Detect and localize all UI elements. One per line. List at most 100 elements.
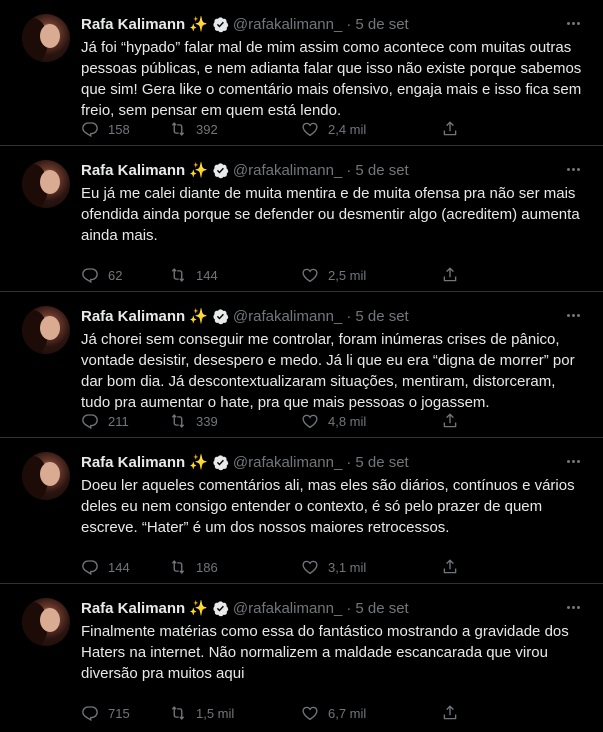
tweet-header: Rafa Kalimann ✨ @rafakalimann_ · 5 de se… <box>81 160 587 180</box>
author-handle[interactable]: @rafakalimann_ <box>233 162 342 179</box>
heart-icon <box>302 268 318 283</box>
verified-badge-icon <box>212 308 229 325</box>
author-handle[interactable]: @rafakalimann_ <box>233 308 342 325</box>
retweet-icon <box>171 414 185 428</box>
tweet[interactable]: Rafa Kalimann ✨ @rafakalimann_ · 5 de se… <box>0 292 603 438</box>
more-icon[interactable] <box>561 160 585 178</box>
avatar[interactable] <box>22 160 70 208</box>
reply-button[interactable]: 715 <box>81 704 169 722</box>
verified-badge-icon <box>212 454 229 471</box>
share-icon <box>443 121 457 136</box>
separator: · <box>346 307 352 325</box>
author-name[interactable]: Rafa Kalimann <box>81 308 185 325</box>
retweet-icon <box>171 268 185 282</box>
like-button[interactable]: 3,1 mil <box>301 558 441 576</box>
retweet-button[interactable]: 339 <box>169 412 301 430</box>
separator: · <box>346 15 352 33</box>
retweet-count: 144 <box>196 267 218 283</box>
reply-button[interactable]: 211 <box>81 412 169 430</box>
share-button[interactable] <box>441 412 461 430</box>
like-button[interactable]: 2,5 mil <box>301 266 441 284</box>
tweet-text: Finalmente matérias como essa do fantást… <box>81 623 569 682</box>
sparkles-emoji: ✨ <box>189 308 208 325</box>
retweet-count: 339 <box>196 413 218 429</box>
share-icon <box>443 559 457 574</box>
more-icon[interactable] <box>561 306 585 324</box>
tweet-actions: 144 186 3,1 mil <box>81 557 511 577</box>
like-count: 2,5 mil <box>328 267 367 283</box>
tweet[interactable]: Rafa Kalimann ✨ @rafakalimann_ · 5 de se… <box>0 146 603 292</box>
separator: · <box>346 599 352 617</box>
heart-icon <box>302 706 318 721</box>
heart-icon <box>302 560 318 575</box>
author-name[interactable]: Rafa Kalimann <box>81 162 185 179</box>
sparkles-emoji: ✨ <box>189 162 208 179</box>
tweet-actions: 158 392 2,4 mil <box>81 119 511 139</box>
retweet-button[interactable]: 1,5 mil <box>169 704 301 722</box>
tweet[interactable]: Rafa Kalimann ✨ @rafakalimann_ · 5 de se… <box>0 584 603 730</box>
share-button[interactable] <box>441 558 461 576</box>
like-count: 2,4 mil <box>328 121 367 137</box>
retweet-button[interactable]: 186 <box>169 558 301 576</box>
like-count: 3,1 mil <box>328 559 367 575</box>
author-name[interactable]: Rafa Kalimann <box>81 454 185 471</box>
like-button[interactable]: 4,8 mil <box>301 412 441 430</box>
like-count: 4,8 mil <box>328 413 367 429</box>
like-button[interactable]: 6,7 mil <box>301 704 441 722</box>
avatar[interactable] <box>22 306 70 354</box>
tweet-actions: 62 144 2,5 mil <box>81 265 511 285</box>
tweet-header: Rafa Kalimann ✨ @rafakalimann_ · 5 de se… <box>81 598 587 618</box>
avatar[interactable] <box>22 14 70 62</box>
retweet-button[interactable]: 392 <box>169 120 301 138</box>
retweet-count: 392 <box>196 121 218 137</box>
reply-button[interactable]: 158 <box>81 120 169 138</box>
reply-count: 62 <box>108 267 123 283</box>
tweet-header: Rafa Kalimann ✨ @rafakalimann_ · 5 de se… <box>81 14 587 34</box>
retweet-count: 1,5 mil <box>196 705 235 721</box>
more-icon[interactable] <box>561 14 585 32</box>
tweet-timestamp[interactable]: 5 de set <box>355 16 408 33</box>
heart-icon <box>302 414 318 429</box>
verified-badge-icon <box>212 16 229 33</box>
tweet-header: Rafa Kalimann ✨ @rafakalimann_ · 5 de se… <box>81 452 587 472</box>
tweet[interactable]: Rafa Kalimann ✨ @rafakalimann_ · 5 de se… <box>0 0 603 146</box>
author-name[interactable]: Rafa Kalimann <box>81 16 185 33</box>
share-button[interactable] <box>441 704 461 722</box>
tweet-timestamp[interactable]: 5 de set <box>355 600 408 617</box>
author-name[interactable]: Rafa Kalimann <box>81 600 185 617</box>
reply-icon <box>82 268 98 284</box>
tweet-timestamp[interactable]: 5 de set <box>355 308 408 325</box>
reply-count: 211 <box>108 413 129 429</box>
like-button[interactable]: 2,4 mil <box>301 120 441 138</box>
tweet-timestamp[interactable]: 5 de set <box>355 454 408 471</box>
more-icon[interactable] <box>561 598 585 616</box>
share-button[interactable] <box>441 266 461 284</box>
reply-icon <box>82 560 98 576</box>
avatar[interactable] <box>22 452 70 500</box>
share-button[interactable] <box>441 120 461 138</box>
author-handle[interactable]: @rafakalimann_ <box>233 16 342 33</box>
more-icon[interactable] <box>561 452 585 470</box>
reply-button[interactable]: 144 <box>81 558 169 576</box>
tweet-text: Já chorei sem conseguir me controlar, fo… <box>81 331 575 411</box>
tweet-text: Eu já me calei diante de muita mentira e… <box>81 185 580 244</box>
reply-button[interactable]: 62 <box>81 266 169 284</box>
separator: · <box>346 161 352 179</box>
sparkles-emoji: ✨ <box>189 16 208 33</box>
retweet-button[interactable]: 144 <box>169 266 301 284</box>
author-handle[interactable]: @rafakalimann_ <box>233 454 342 471</box>
reply-count: 144 <box>108 559 130 575</box>
tweet[interactable]: Rafa Kalimann ✨ @rafakalimann_ · 5 de se… <box>0 438 603 584</box>
tweet-thread: Rafa Kalimann ✨ @rafakalimann_ · 5 de se… <box>0 0 603 730</box>
reply-count: 715 <box>108 705 130 721</box>
separator: · <box>346 453 352 471</box>
tweet-actions: 211 339 4,8 mil <box>81 411 511 431</box>
reply-icon <box>82 122 98 138</box>
verified-badge-icon <box>212 162 229 179</box>
avatar[interactable] <box>22 598 70 646</box>
like-count: 6,7 mil <box>328 705 367 721</box>
retweet-icon <box>171 122 185 136</box>
author-handle[interactable]: @rafakalimann_ <box>233 600 342 617</box>
tweet-timestamp[interactable]: 5 de set <box>355 162 408 179</box>
verified-badge-icon <box>212 600 229 617</box>
